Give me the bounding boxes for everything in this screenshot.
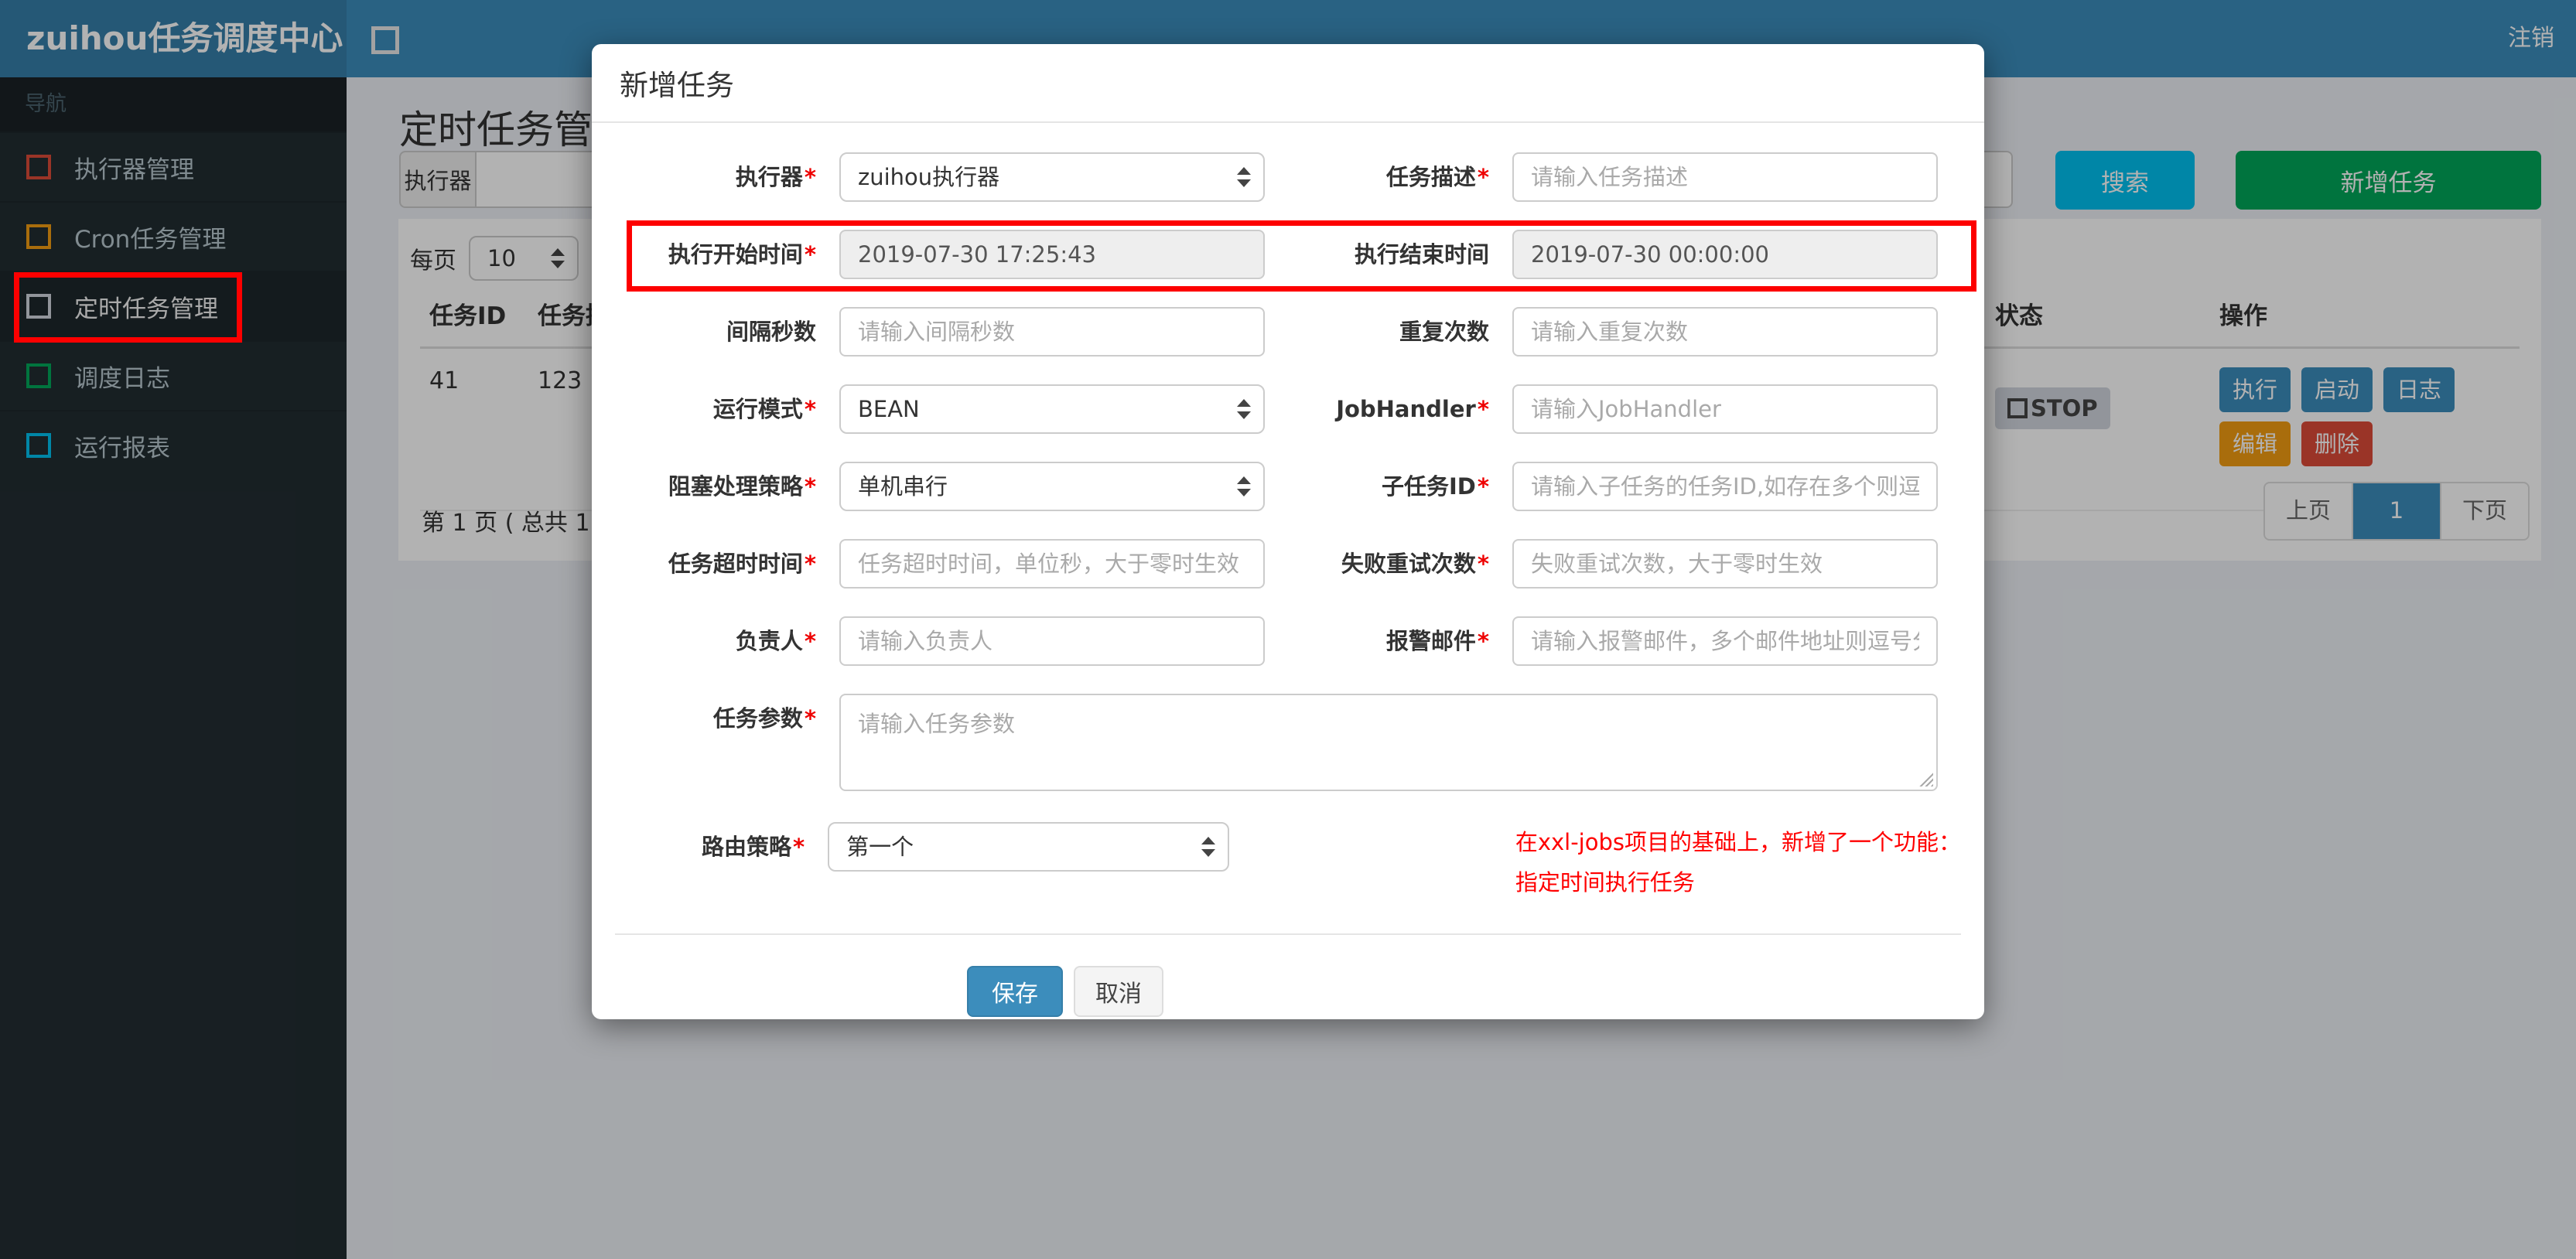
required-asterisk: *: [804, 241, 816, 268]
start-time-input[interactable]: [839, 230, 1265, 279]
job-desc-input-label: 任务描述*: [1385, 164, 1489, 190]
block-strategy-select-label: 阻塞处理策略*: [668, 473, 816, 500]
child-job-id-input-label: 子任务ID*: [1381, 473, 1489, 500]
timeout-input[interactable]: [839, 539, 1265, 589]
child-job-id-input[interactable]: [1512, 462, 1938, 511]
block-strategy-select[interactable]: 单机串行: [839, 462, 1265, 511]
child-job-id-input-wrapper: [1512, 462, 1961, 511]
alarm-email-input-wrapper: [1512, 616, 1961, 666]
job-param-textarea-label: 任务参数*: [712, 705, 816, 732]
required-asterisk: *: [804, 705, 816, 732]
job-param-textarea-wrapper: [839, 694, 1961, 794]
interval-seconds-input[interactable]: [839, 307, 1265, 357]
required-asterisk: *: [804, 628, 816, 654]
executor-select-wrapper: zuihou执行器: [839, 152, 1288, 202]
interval-seconds-input-wrapper: [839, 307, 1288, 357]
select-arrows-icon: [1237, 167, 1251, 187]
required-asterisk: *: [1477, 628, 1489, 654]
required-asterisk: *: [804, 164, 816, 190]
block-strategy-select-wrapper: 单机串行: [839, 462, 1288, 511]
modal-body: 执行器* zuihou执行器 任务描述* 执行开始时间* 执行结束时间间隔秒数 重复次数运…: [592, 123, 1984, 1017]
required-asterisk: *: [1477, 551, 1489, 577]
required-asterisk: *: [804, 396, 816, 422]
modal-title: 新增任务: [620, 69, 734, 102]
required-asterisk: *: [804, 551, 816, 577]
cancel-button[interactable]: 取消: [1074, 966, 1163, 1017]
feature-note-line2: 指定时间执行任务: [1515, 869, 1695, 896]
interval-seconds-input-label: 间隔秒数: [726, 319, 816, 345]
retry-count-input[interactable]: [1512, 539, 1938, 589]
form-row-timeout-input: 任务超时时间* 失败重试次数*: [615, 539, 1961, 589]
job-desc-input-wrapper: [1512, 152, 1961, 202]
form-row-block-strategy-select: 阻塞处理策略* 单机串行 子任务ID*: [615, 462, 1961, 511]
feature-note: 在xxl-jobs项目的基础上，新增了一个功能： 指定时间执行任务: [1515, 822, 1961, 902]
jobhandler-input-wrapper: [1512, 384, 1961, 434]
route-strategy-select[interactable]: 第一个: [828, 822, 1229, 872]
run-mode-select[interactable]: BEAN: [839, 384, 1265, 434]
end-time-input[interactable]: [1512, 230, 1938, 279]
timeout-input-wrapper: [839, 539, 1288, 589]
job-param-textarea[interactable]: [839, 694, 1938, 791]
required-asterisk: *: [793, 834, 805, 860]
alarm-email-input-label: 报警邮件*: [1385, 628, 1489, 654]
route-strategy-select-label: 路由策略*: [701, 834, 805, 860]
form-row-interval-seconds-input: 间隔秒数 重复次数: [615, 307, 1961, 357]
form-row-owner-input: 负责人* 报警邮件*: [615, 616, 1961, 666]
owner-input-wrapper: [839, 616, 1288, 666]
route-strategy-select-wrapper: 第一个: [828, 822, 1252, 872]
repeat-count-input-wrapper: [1512, 307, 1961, 357]
run-mode-select-value: BEAN: [858, 396, 920, 422]
end-time-input-wrapper: [1512, 230, 1961, 279]
executor-select[interactable]: zuihou执行器: [839, 152, 1265, 202]
form-row-executor-select: 执行器* zuihou执行器 任务描述*: [615, 152, 1961, 202]
add-job-modal: 新增任务 执行器* zuihou执行器 任务描述* 执行开始时间* 执行结束时间间隔秒数…: [592, 44, 1984, 1019]
jobhandler-input-label: JobHandler*: [1336, 396, 1489, 422]
modal-footer-divider: [615, 933, 1961, 935]
retry-count-input-wrapper: [1512, 539, 1961, 589]
owner-input-label: 负责人*: [735, 628, 816, 654]
run-mode-select-label: 运行模式*: [712, 396, 816, 422]
required-asterisk: *: [1477, 164, 1489, 190]
feature-note-line1: 在xxl-jobs项目的基础上，新增了一个功能：: [1515, 829, 1961, 855]
form-row-route-strategy-select: 路由策略* 第一个 在xxl-jobs项目的基础上，新增了一个功能： 指定时间执行任务: [615, 822, 1961, 902]
repeat-count-input-label: 重复次数: [1399, 319, 1489, 345]
modal-actions: 保存 取消: [967, 966, 1961, 1017]
form-row-job-param-textarea: 任务参数*: [615, 694, 1961, 794]
required-asterisk: *: [804, 473, 816, 500]
start-time-input-label: 执行开始时间*: [668, 241, 816, 268]
owner-input[interactable]: [839, 616, 1265, 666]
start-time-input-wrapper: [839, 230, 1288, 279]
select-arrows-icon: [1237, 399, 1251, 419]
retry-count-input-label: 失败重试次数*: [1341, 551, 1489, 577]
select-arrows-icon: [1201, 837, 1215, 857]
executor-select-value: zuihou执行器: [858, 164, 1000, 190]
executor-select-label: 执行器*: [735, 164, 816, 190]
job-desc-input[interactable]: [1512, 152, 1938, 202]
form-row-run-mode-select: 运行模式* BEAN JobHandler*: [615, 384, 1961, 434]
block-strategy-select-value: 单机串行: [858, 473, 948, 500]
form-row-start-time-input: 执行开始时间* 执行结束时间: [615, 230, 1961, 279]
timeout-input-label: 任务超时时间*: [668, 551, 816, 577]
required-asterisk: *: [1477, 396, 1489, 422]
end-time-input-label: 执行结束时间: [1354, 241, 1489, 268]
alarm-email-input[interactable]: [1512, 616, 1938, 666]
modal-header: 新增任务: [592, 44, 1984, 123]
repeat-count-input[interactable]: [1512, 307, 1938, 357]
run-mode-select-wrapper: BEAN: [839, 384, 1288, 434]
app-screen: zuihou任务调度中心 注销 导航 执行器管理 Cron任务管理 定时任务管理 调度…: [0, 0, 2576, 1259]
required-asterisk: *: [1477, 473, 1489, 500]
save-button[interactable]: 保存: [967, 966, 1063, 1017]
select-arrows-icon: [1237, 476, 1251, 496]
jobhandler-input[interactable]: [1512, 384, 1938, 434]
route-strategy-select-value: 第一个: [846, 834, 914, 860]
